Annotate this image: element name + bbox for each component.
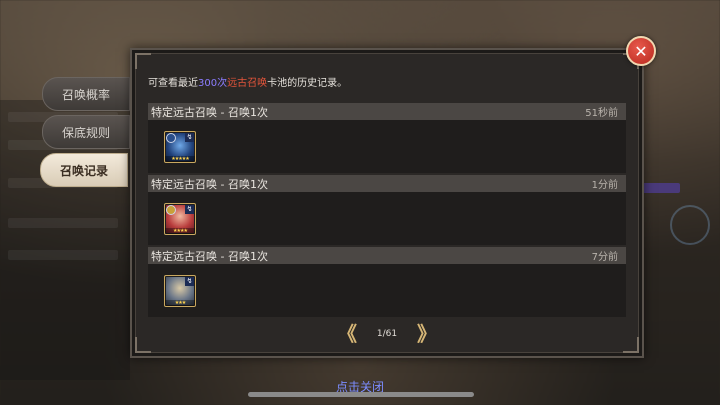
description-suffix: 卡池的历史记录。 <box>267 78 348 89</box>
tab-summon-probability[interactable]: 召唤概率 <box>42 77 130 111</box>
record-body: ↯ ★★★★★ <box>148 120 626 173</box>
record-header: 特定远古召唤 - 召唤1次 51秒前 <box>148 103 626 120</box>
class-type-icon: ↯ <box>185 205 194 214</box>
background-right-panel <box>640 35 720 295</box>
record-body: ↯ ★★★★ <box>148 192 626 245</box>
record-body: ↯ ★★★ <box>148 264 626 317</box>
prev-page-button[interactable]: 《 <box>337 324 357 344</box>
star-rating: ★★★ <box>165 300 195 306</box>
background-bar <box>8 218 118 228</box>
class-type-icon: ↯ <box>185 277 194 286</box>
description-prefix: 可查看最近 <box>148 78 198 89</box>
tab-summon-records[interactable]: 召唤记录 <box>40 153 128 187</box>
record-title: 特定远古召唤 - 召唤1次 <box>151 249 268 263</box>
home-indicator <box>248 392 474 397</box>
description-count: 300次 <box>198 78 228 89</box>
star-rating: ★★★★★ <box>165 156 195 162</box>
record-time: 1分前 <box>591 180 618 191</box>
record-time: 7分前 <box>591 252 618 263</box>
blue-dragon-hero-card[interactable]: ↯ ★★★★★ <box>164 131 196 163</box>
next-page-button[interactable]: 》 <box>417 324 437 344</box>
tab-label: 召唤记录 <box>59 163 108 178</box>
summon-records-dialog: 可查看最近300次远古召唤卡池的历史记录。 特定远古召唤 - 召唤1次 51秒前… <box>130 48 644 358</box>
class-type-icon: ↯ <box>185 133 194 142</box>
close-button[interactable]: ✕ <box>626 36 656 66</box>
background-badge <box>640 183 680 193</box>
records-description: 可查看最近300次远古召唤卡池的历史记录。 <box>148 74 347 89</box>
red-warrior-hero-card[interactable]: ↯ ★★★★ <box>164 203 196 235</box>
element-badge-icon <box>166 133 176 143</box>
star-rating: ★★★★ <box>165 228 195 234</box>
pagination: 《 1/61 》 <box>132 324 642 344</box>
background-bar <box>8 250 118 260</box>
record-header: 特定远古召唤 - 召唤1次 1分前 <box>148 175 626 192</box>
tab-label: 保底规则 <box>61 125 110 140</box>
record-title: 特定远古召唤 - 召唤1次 <box>151 105 268 119</box>
close-icon: ✕ <box>634 41 648 61</box>
background-ring <box>670 205 710 245</box>
summon-record: 特定远古召唤 - 召唤1次 7分前 ↯ ★★★ <box>148 247 626 317</box>
tab-label: 召唤概率 <box>61 87 110 102</box>
page-indicator: 1/61 <box>376 329 398 339</box>
elder-sage-hero-card[interactable]: ↯ ★★★ <box>164 275 196 307</box>
description-pool: 远古召唤 <box>227 78 268 89</box>
element-badge-icon <box>166 205 176 215</box>
summon-record: 特定远古召唤 - 召唤1次 1分前 ↯ ★★★★ <box>148 175 626 245</box>
frame-corner <box>135 53 151 69</box>
record-title: 特定远古召唤 - 召唤1次 <box>151 177 268 191</box>
summon-record: 特定远古召唤 - 召唤1次 51秒前 ↯ ★★★★★ <box>148 103 626 173</box>
tab-pity-rules[interactable]: 保底规则 <box>42 115 130 149</box>
record-header: 特定远古召唤 - 召唤1次 7分前 <box>148 247 626 264</box>
record-time: 51秒前 <box>585 108 618 119</box>
